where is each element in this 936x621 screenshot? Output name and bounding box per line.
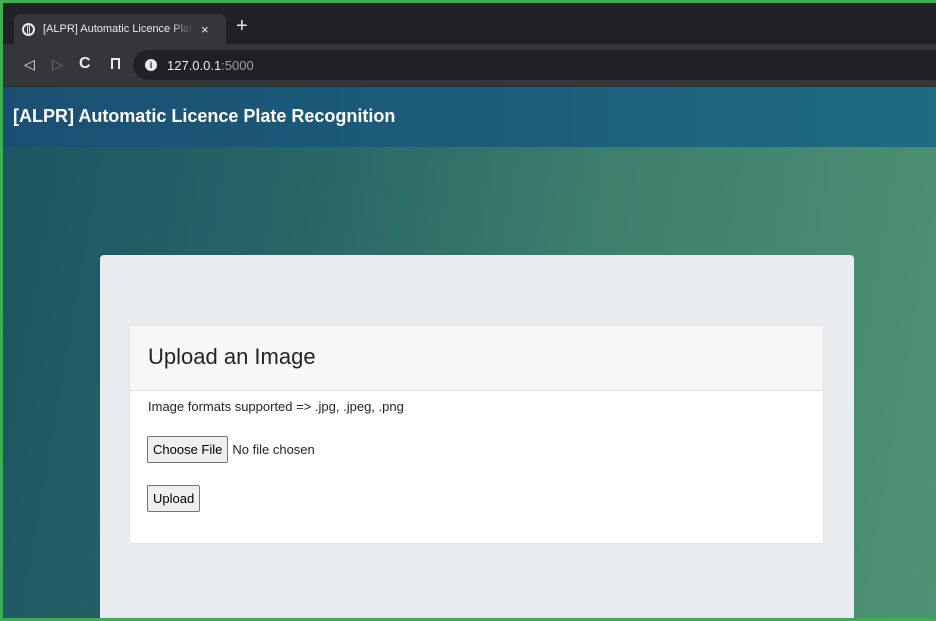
site-info-icon[interactable]: i — [145, 59, 157, 71]
browser-tab[interactable]: [ALPR] Automatic Licence Plate Recogniti… — [14, 14, 226, 44]
url-host: 127.0.0.1 — [167, 57, 222, 73]
reload-icon[interactable]: C — [79, 55, 91, 73]
tab-close-icon[interactable]: × — [201, 22, 209, 37]
file-input[interactable]: Choose File No file chosen — [147, 436, 315, 463]
upload-card: Upload an Image Image formats supported … — [129, 325, 824, 544]
url-port: :5000 — [221, 57, 254, 73]
supported-formats-text: Image formats supported => .jpg, .jpeg, … — [148, 399, 404, 414]
file-status-text: No file chosen — [232, 442, 315, 457]
new-tab-button[interactable]: + — [236, 16, 248, 36]
tab-title: [ALPR] Automatic Licence Plate Recogniti… — [43, 23, 193, 35]
choose-file-button[interactable]: Choose File — [147, 436, 229, 463]
forward-icon[interactable]: ▷ — [52, 55, 63, 73]
jumbotron: Upload an Image Image formats supported … — [100, 255, 854, 621]
address-bar[interactable]: i 127.0.0.1:5000 — [133, 50, 936, 80]
upload-button[interactable]: Upload — [147, 485, 201, 512]
globe-icon — [22, 22, 35, 36]
back-icon[interactable]: ◁ — [24, 55, 35, 73]
card-title: Upload an Image — [148, 344, 316, 369]
bookmark-icon[interactable] — [111, 58, 120, 69]
navbar-brand[interactable]: [ALPR] Automatic Licence Plate Recogniti… — [13, 106, 395, 127]
card-header: Upload an Image — [130, 326, 823, 391]
navbar: [ALPR] Automatic Licence Plate Recogniti… — [0, 87, 936, 147]
page-content: [ALPR] Automatic Licence Plate Recogniti… — [0, 87, 936, 621]
browser-toolbar: ◁ ▷ C i 127.0.0.1:5000 — [0, 44, 936, 87]
browser-tab-strip: [ALPR] Automatic Licence Plate Recogniti… — [0, 0, 936, 44]
